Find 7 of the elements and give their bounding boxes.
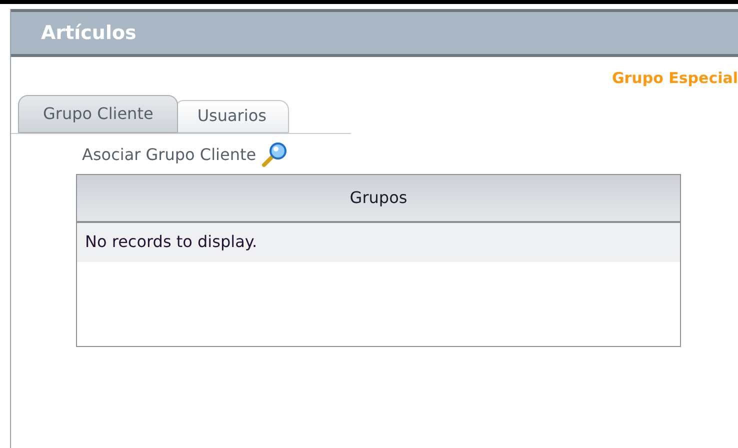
tab[interactable]: Grupo Cliente (18, 94, 178, 132)
column-header: Grupos (348, 186, 408, 208)
associate-link[interactable]: Asociar Grupo Cliente (82, 142, 256, 166)
search-icon[interactable] (260, 142, 288, 168)
panel-title: Artículos (41, 20, 136, 46)
group-label: Grupo Especial (612, 68, 738, 89)
empty-message: No records to display. (85, 231, 258, 253)
